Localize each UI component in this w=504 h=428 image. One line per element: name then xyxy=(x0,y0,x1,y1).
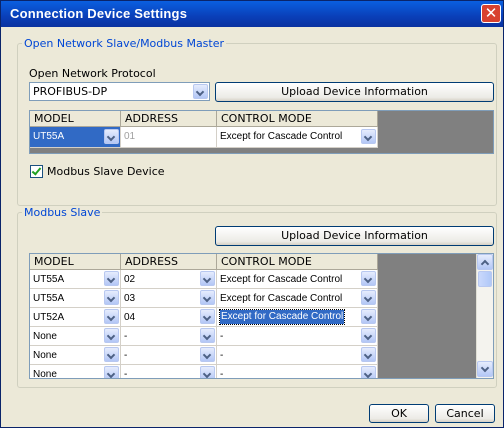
window-title: Connection Device Settings xyxy=(10,6,188,21)
master-group-legend: Open Network Slave/Modbus Master xyxy=(24,37,225,50)
slave-model-cell[interactable]: None xyxy=(30,346,121,365)
protocol-select[interactable]: PROFIBUS-DP xyxy=(29,82,210,101)
dialog-window: Connection Device Settings ✕ Open Networ… xyxy=(0,0,504,428)
chevron-down-icon[interactable] xyxy=(200,366,215,378)
column-header-model: MODEL xyxy=(30,111,121,127)
slave-mode-cell[interactable]: Except for Cascade Control xyxy=(217,270,378,289)
chevron-down-icon[interactable] xyxy=(361,271,376,286)
slave-grid: MODEL ADDRESS CONTROL MODE UT55A 02 Exce… xyxy=(29,253,494,379)
slave-model-value: UT55A xyxy=(33,274,65,285)
slave-address-value: 02 xyxy=(124,274,136,285)
chevron-down-icon[interactable] xyxy=(361,309,376,324)
column-header-address: ADDRESS xyxy=(121,111,217,127)
slave-address-cell[interactable]: 02 xyxy=(121,270,217,289)
chevron-down-icon[interactable] xyxy=(104,129,119,144)
slave-mode-value: Except for Cascade Control xyxy=(218,309,346,325)
chevron-down-icon[interactable] xyxy=(193,84,208,99)
slave-mode-value: - xyxy=(220,369,224,379)
master-model-value: UT55A xyxy=(33,131,65,142)
column-header-address: ADDRESS xyxy=(121,254,217,270)
slave-model-value: None xyxy=(33,369,57,379)
cancel-button[interactable]: Cancel xyxy=(435,404,495,423)
title-bar[interactable]: Connection Device Settings ✕ xyxy=(1,1,503,27)
master-address-cell: 01 xyxy=(121,127,217,148)
protocol-label: Open Network Protocol xyxy=(29,67,156,80)
slave-mode-cell[interactable]: - xyxy=(217,365,378,379)
vertical-scrollbar[interactable] xyxy=(476,254,493,378)
column-header-control-mode: CONTROL MODE xyxy=(217,254,378,270)
slave-mode-cell[interactable]: Except for Cascade Control xyxy=(217,289,378,308)
slave-address-cell[interactable]: - xyxy=(121,346,217,365)
close-icon[interactable]: ✕ xyxy=(481,4,501,23)
chevron-down-icon[interactable] xyxy=(200,309,215,324)
slave-mode-value: - xyxy=(220,331,224,342)
upload-device-info-button[interactable]: Upload Device Information xyxy=(215,82,494,102)
slave-mode-value: Except for Cascade Control xyxy=(220,274,343,285)
protocol-value: PROFIBUS-DP xyxy=(33,85,108,98)
chevron-down-icon[interactable] xyxy=(104,290,119,305)
slave-mode-cell-selected[interactable]: Except for Cascade Control xyxy=(217,308,378,327)
column-header-model: MODEL xyxy=(30,254,121,270)
slave-address-cell[interactable]: 03 xyxy=(121,289,217,308)
column-header-control-mode: CONTROL MODE xyxy=(217,111,378,127)
chevron-down-icon[interactable] xyxy=(104,366,119,378)
slave-address-value: - xyxy=(124,331,128,342)
slave-address-value: - xyxy=(124,350,128,361)
chevron-down-icon[interactable] xyxy=(104,309,119,324)
slave-address-value: 03 xyxy=(124,293,136,304)
slave-model-cell[interactable]: UT55A xyxy=(30,270,121,289)
slave-address-cell[interactable]: 04 xyxy=(121,308,217,327)
slave-mode-cell[interactable]: - xyxy=(217,346,378,365)
slave-mode-cell[interactable]: - xyxy=(217,327,378,346)
chevron-down-icon[interactable] xyxy=(200,328,215,343)
slave-model-cell[interactable]: None xyxy=(30,327,121,346)
slave-address-value: - xyxy=(124,369,128,379)
chevron-down-icon[interactable] xyxy=(200,271,215,286)
chevron-down-icon[interactable] xyxy=(361,347,376,362)
chevron-down-icon[interactable] xyxy=(361,366,376,378)
slave-model-value: UT55A xyxy=(33,293,65,304)
scroll-thumb[interactable] xyxy=(478,271,492,287)
slave-address-cell[interactable]: - xyxy=(121,365,217,379)
master-mode-cell[interactable]: Except for Cascade Control xyxy=(217,127,378,148)
slave-model-value: UT52A xyxy=(33,312,65,323)
scroll-down-icon[interactable] xyxy=(477,361,493,377)
chevron-down-icon[interactable] xyxy=(361,328,376,343)
slave-model-value: None xyxy=(33,350,57,361)
chevron-down-icon[interactable] xyxy=(104,347,119,362)
slave-group-legend: Modbus Slave xyxy=(24,206,101,219)
modbus-slave-checkbox-label: Modbus Slave Device xyxy=(47,165,165,178)
chevron-down-icon[interactable] xyxy=(200,290,215,305)
slave-mode-value: Except for Cascade Control xyxy=(220,293,343,304)
slave-model-cell[interactable]: UT55A xyxy=(30,289,121,308)
slave-model-value: None xyxy=(33,331,57,342)
chevron-down-icon[interactable] xyxy=(104,328,119,343)
master-model-cell[interactable]: UT55A xyxy=(30,127,121,148)
master-mode-value: Except for Cascade Control xyxy=(220,131,343,142)
slave-model-cell[interactable]: UT52A xyxy=(30,308,121,327)
chevron-down-icon[interactable] xyxy=(200,347,215,362)
slave-model-cell[interactable]: None xyxy=(30,365,121,379)
ok-button[interactable]: OK xyxy=(369,404,429,423)
slave-address-cell[interactable]: - xyxy=(121,327,217,346)
slave-mode-value: - xyxy=(220,350,224,361)
master-grid: MODEL ADDRESS CONTROL MODE UT55A 01 Exce… xyxy=(29,110,494,154)
chevron-down-icon[interactable] xyxy=(104,271,119,286)
chevron-down-icon[interactable] xyxy=(361,129,376,144)
scroll-up-icon[interactable] xyxy=(477,254,493,270)
chevron-down-icon[interactable] xyxy=(361,290,376,305)
slave-address-value: 04 xyxy=(124,312,136,323)
master-address-value: 01 xyxy=(124,131,136,142)
modbus-slave-checkbox[interactable] xyxy=(30,165,43,178)
slave-upload-device-info-button[interactable]: Upload Device Information xyxy=(215,226,494,246)
